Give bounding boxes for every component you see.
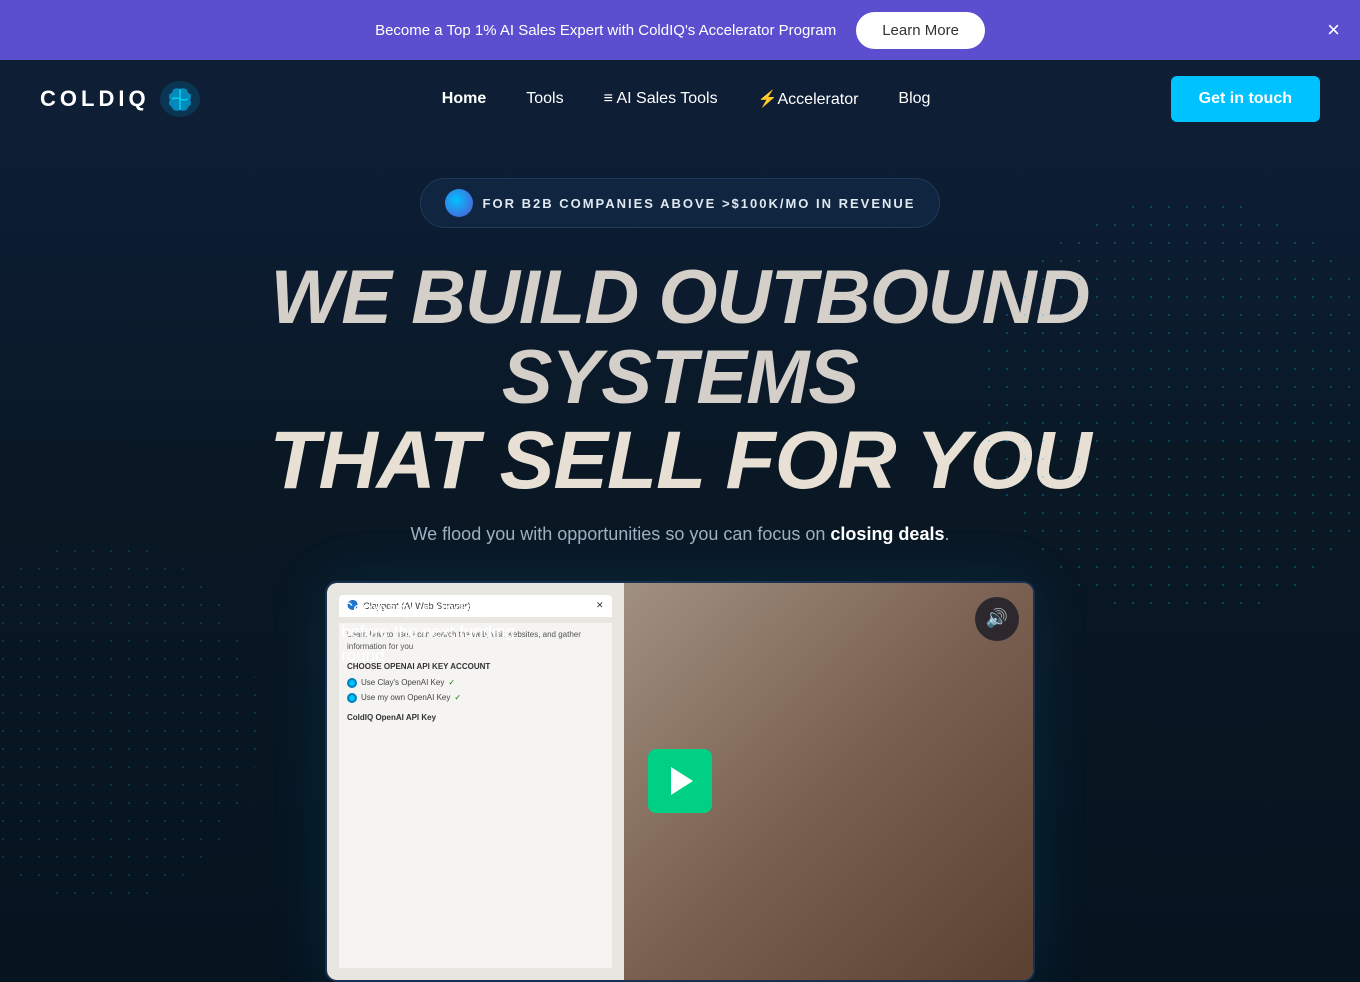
video-player[interactable]: 🔵 Claygent (AI Web Scraper) ✕ Learn how …: [327, 583, 1033, 980]
logo-brain-icon: [158, 77, 202, 121]
hero-subtext: We flood you with opportunities so you c…: [411, 524, 950, 545]
nav-link-blog[interactable]: Blog: [898, 90, 930, 107]
promo-banner: Become a Top 1% AI Sales Expert with Col…: [0, 0, 1360, 60]
get-in-touch-button[interactable]: Get in touch: [1171, 76, 1320, 122]
nav-link-home[interactable]: Home: [442, 90, 486, 107]
nav-link-ai-sales-tools[interactable]: ≡ AI Sales Tools: [604, 90, 718, 107]
nav-item-home[interactable]: Home: [442, 90, 486, 108]
logo[interactable]: COLDIQ: [40, 77, 202, 121]
hero-section: FOR B2B COMPANIES ABOVE >$100K/MO IN REV…: [0, 138, 1360, 982]
nav-item-tools[interactable]: Tools: [526, 90, 563, 108]
hero-headline: WE BUILD OUTBOUND SYSTEMS THAT SELL FOR …: [230, 258, 1130, 504]
video-container[interactable]: 🔵 Claygent (AI Web Scraper) ✕ Learn how …: [325, 581, 1035, 982]
video-text-overlay: Company is under pressure before the nex…: [341, 597, 561, 668]
badge-text: FOR B2B COMPANIES ABOVE >$100K/MO IN REV…: [483, 196, 916, 211]
nav-menu: Home Tools ≡ AI Sales Tools ⚡Accelerator…: [442, 89, 931, 109]
learn-more-button[interactable]: Learn More: [856, 12, 985, 49]
navbar: COLDIQ Home Tools ≡ AI Sales Tools ⚡Acce…: [0, 60, 1360, 138]
app-content: Learn how to use: I can search the web, …: [339, 623, 612, 968]
radio-1: [347, 678, 357, 688]
hero-badge: FOR B2B COMPANIES ABOVE >$100K/MO IN REV…: [420, 178, 941, 228]
list-icon: ≡: [604, 90, 617, 107]
nav-link-tools[interactable]: Tools: [526, 90, 563, 107]
banner-text: Become a Top 1% AI Sales Expert with Col…: [375, 22, 836, 39]
headline-line1: WE BUILD OUTBOUND SYSTEMS: [230, 258, 1130, 418]
app-close: ✕: [596, 600, 604, 611]
nav-link-accelerator[interactable]: ⚡Accelerator: [758, 91, 859, 108]
radio-2: [347, 693, 357, 703]
badge-icon: [445, 189, 473, 217]
logo-text: COLDIQ: [40, 86, 150, 112]
headline-line2: THAT SELL FOR YOU: [230, 418, 1130, 504]
play-arrow-icon: [671, 767, 693, 795]
nav-item-ai-sales-tools[interactable]: ≡ AI Sales Tools: [604, 90, 718, 108]
sound-icon: 🔊: [986, 608, 1008, 629]
nav-item-blog[interactable]: Blog: [898, 90, 930, 108]
nav-item-accelerator[interactable]: ⚡Accelerator: [758, 89, 859, 109]
sound-button[interactable]: 🔊: [975, 597, 1019, 641]
play-button[interactable]: [648, 749, 712, 813]
lightning-icon: ⚡: [758, 91, 778, 108]
banner-close-button[interactable]: ×: [1327, 19, 1340, 41]
